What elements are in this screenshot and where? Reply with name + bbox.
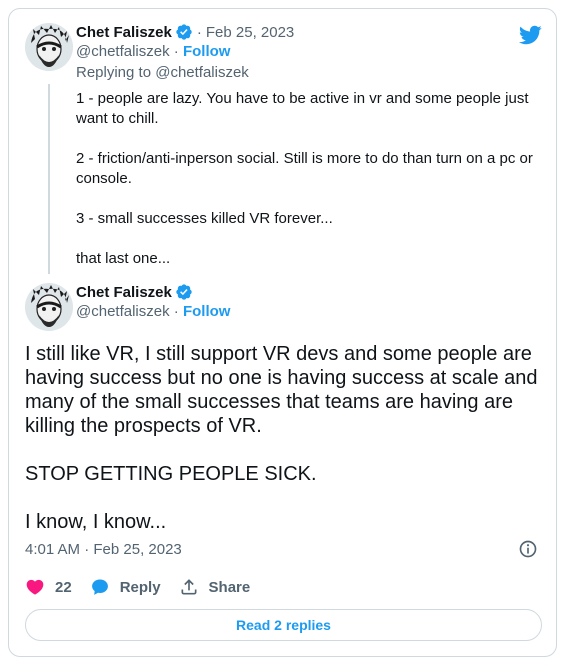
- share-icon: [181, 579, 197, 595]
- tweet-paragraph: that last one...: [76, 250, 171, 267]
- verified-badge-icon: [176, 284, 192, 300]
- tweet-paragraph: 2 - friction/anti-inperson social. Still…: [76, 150, 533, 187]
- follow-button[interactable]: Follow: [183, 43, 231, 60]
- replying-to-label[interactable]: Replying to @chetfaliszek: [76, 64, 249, 81]
- separator-dot: ·: [196, 23, 202, 41]
- twitter-logo-icon[interactable]: [518, 23, 542, 47]
- reply-tweet-handle-row: @chetfaliszek · Follow: [76, 43, 230, 60]
- tweet-actions-bar: 22 Reply Share: [25, 577, 268, 597]
- tweet-paragraph: STOP GETTING PEOPLE SICK.: [25, 463, 317, 485]
- author-name[interactable]: Chet Faliszek: [76, 284, 172, 301]
- separator-dot: ·: [173, 43, 179, 60]
- reply-label: Reply: [119, 578, 161, 596]
- share-button[interactable]: Share: [179, 577, 251, 597]
- tweet-paragraph: 1 - people are lazy. You have to be acti…: [76, 90, 529, 127]
- avatar[interactable]: [25, 23, 73, 71]
- tweet-paragraph: 3 - small successes killed VR forever...: [76, 210, 333, 227]
- like-button[interactable]: 22: [25, 577, 72, 597]
- heart-icon: [26, 579, 44, 595]
- tweet-date[interactable]: Feb 25, 2023: [206, 24, 294, 41]
- read-replies-button[interactable]: Read 2 replies: [25, 609, 542, 641]
- reply-button[interactable]: Reply: [90, 577, 161, 597]
- verified-badge-icon: [176, 24, 192, 40]
- tweet-paragraph: I know, I know...: [25, 511, 167, 533]
- main-tweet-text: I still like VR, I still support VR devs…: [25, 342, 545, 534]
- tweet-timestamp[interactable]: 4:01 AM · Feb 25, 2023: [25, 541, 182, 558]
- follow-button[interactable]: Follow: [183, 303, 231, 320]
- separator-dot: ·: [173, 303, 179, 320]
- author-handle[interactable]: @chetfaliszek: [76, 303, 170, 320]
- reply-tweet-header: Chet Faliszek · Feb 25, 2023: [76, 23, 294, 41]
- info-icon[interactable]: [518, 539, 538, 559]
- author-name[interactable]: Chet Faliszek: [76, 24, 172, 41]
- tweet-paragraph: I still like VR, I still support VR devs…: [25, 343, 538, 437]
- author-handle[interactable]: @chetfaliszek: [76, 43, 170, 60]
- thread-connector-line: [48, 84, 50, 274]
- avatar[interactable]: [25, 283, 73, 331]
- main-tweet-header: Chet Faliszek: [76, 283, 193, 301]
- like-count: 22: [55, 578, 72, 596]
- reply-tweet-text: 1 - people are lazy. You have to be acti…: [76, 89, 546, 269]
- avatar-image: [25, 23, 73, 71]
- embedded-tweet-card: Chet Faliszek · Feb 25, 2023 @chetfalisz…: [8, 8, 557, 657]
- share-label: Share: [208, 578, 251, 596]
- reply-bubble-icon: [91, 579, 108, 595]
- avatar-image: [25, 283, 73, 331]
- main-tweet-handle-row: @chetfaliszek · Follow: [76, 303, 230, 320]
